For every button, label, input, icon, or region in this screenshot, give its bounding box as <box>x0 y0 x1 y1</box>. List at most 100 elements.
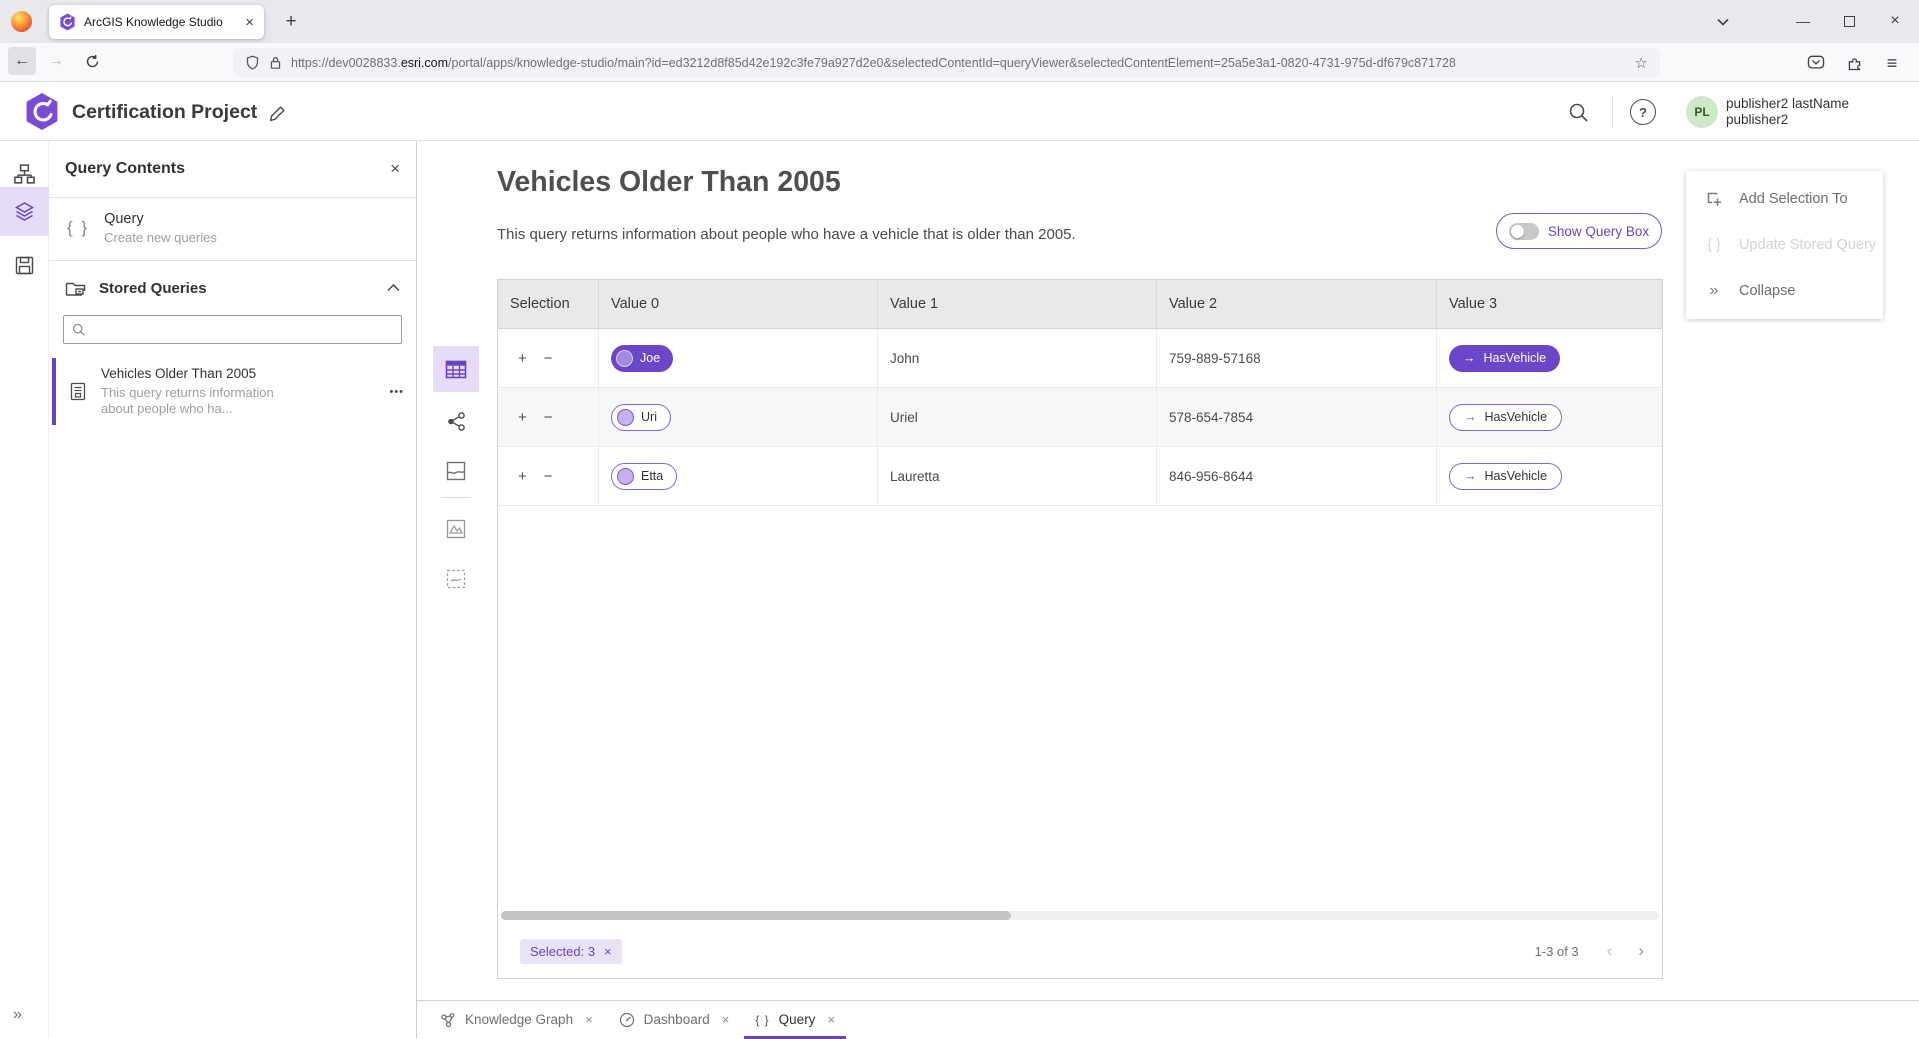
horizontal-scrollbar[interactable] <box>501 911 1659 920</box>
pocket-icon[interactable] <box>1802 50 1830 76</box>
stored-query-item-selected[interactable]: Vehicles Older Than 2005 This query retu… <box>49 358 416 425</box>
knowledge-graph-icon <box>440 1012 456 1028</box>
panel-header: Query Contents × <box>49 141 416 198</box>
back-button[interactable]: ← <box>8 47 36 75</box>
relationship-pill[interactable]: →HasVehicle <box>1449 404 1562 431</box>
browser-tab[interactable]: ArcGIS Knowledge Studio × <box>49 5 264 39</box>
tracking-shield-icon <box>245 54 260 71</box>
collapse-icon: » <box>1704 282 1724 300</box>
app-menu-icon[interactable]: ≡ <box>1878 50 1906 76</box>
search-input[interactable] <box>93 322 393 337</box>
window-close-button[interactable]: × <box>1876 6 1914 36</box>
save-icon[interactable] <box>0 243 49 287</box>
next-page-icon[interactable]: › <box>1638 941 1644 961</box>
selection-bar <box>52 358 56 425</box>
entity-dot-icon <box>616 350 633 367</box>
user-subtitle: publisher2 <box>1726 112 1849 128</box>
selection-cell: + − <box>498 447 599 505</box>
help-icon[interactable]: ? <box>1630 99 1656 125</box>
relationship-pill[interactable]: →HasVehicle <box>1449 345 1560 372</box>
query-create-item[interactable]: { } Query Create new queries <box>49 198 416 261</box>
new-map-icon[interactable] <box>433 506 479 552</box>
map-view-icon[interactable] <box>433 448 479 494</box>
remove-selection-button[interactable]: − <box>544 350 553 367</box>
add-selection-button[interactable]: + <box>518 468 527 485</box>
forward-button[interactable]: → <box>42 47 70 75</box>
braces-icon: { } <box>755 1013 769 1027</box>
url-bar[interactable]: https://dev0028833.esri.com/portal/apps/… <box>233 48 1660 77</box>
window-minimize-button[interactable]: — <box>1784 6 1822 36</box>
close-tab-icon[interactable]: × <box>722 1012 730 1027</box>
close-tab-icon[interactable]: × <box>827 1012 835 1027</box>
selection-cell: + − <box>498 329 599 387</box>
tab-knowledge-graph[interactable]: Knowledge Graph × <box>427 1001 606 1039</box>
value-cell: John <box>878 329 1157 387</box>
firefox-logo-icon[interactable] <box>11 11 32 32</box>
entity-pill[interactable]: Uri <box>611 404 671 431</box>
remove-selection-button[interactable]: − <box>544 409 553 426</box>
remove-selection-button[interactable]: − <box>544 468 553 485</box>
knowledge-studio-logo <box>24 92 60 131</box>
edit-title-pencil-icon[interactable] <box>264 100 290 126</box>
search-icon[interactable] <box>1565 99 1593 127</box>
menu-item-add-selection-to[interactable]: Add Selection To <box>1686 176 1883 222</box>
new-tab-button[interactable]: + <box>278 9 304 35</box>
close-tab-icon[interactable]: × <box>585 1012 593 1027</box>
link-chart-icon[interactable] <box>433 398 479 444</box>
stored-queries-header[interactable]: Stored Queries <box>49 261 416 307</box>
view-tab-bar: Knowledge Graph × Dashboard × { } Query … <box>417 1000 1919 1038</box>
reload-button[interactable] <box>78 47 106 75</box>
scrollbar-thumb[interactable] <box>501 911 1011 920</box>
value-cell: 846-956-8644 <box>1157 447 1437 505</box>
show-query-box-toggle[interactable]: Show Query Box <box>1496 213 1662 249</box>
table-row: + − Etta Lauretta 846-956-8644 →HasVehic… <box>498 447 1662 506</box>
menu-item-update-stored-query[interactable]: { } Update Stored Query <box>1686 222 1883 268</box>
tab-dashboard[interactable]: Dashboard × <box>606 1001 743 1039</box>
stored-queries-title: Stored Queries <box>99 280 374 297</box>
table-view-icon[interactable] <box>433 346 479 392</box>
avatar[interactable]: PL <box>1686 96 1718 128</box>
relationship-cell: →HasVehicle <box>1437 447 1662 505</box>
previous-page-icon[interactable]: ‹ <box>1607 941 1613 961</box>
braces-icon: { } <box>1704 237 1724 253</box>
extensions-icon[interactable] <box>1840 50 1868 76</box>
chevron-up-icon[interactable] <box>387 284 400 292</box>
column-header: Selection <box>498 280 599 328</box>
menu-item-collapse[interactable]: » Collapse <box>1686 268 1883 314</box>
panel-title: Query Contents <box>65 160 390 178</box>
bookmark-star-icon[interactable]: ☆ <box>1635 54 1648 72</box>
value-cell: Lauretta <box>878 447 1157 505</box>
entity-dot-icon <box>617 409 634 426</box>
add-selection-button[interactable]: + <box>518 409 527 426</box>
entity-pill[interactable]: Joe <box>611 345 673 372</box>
search-icon <box>72 323 86 337</box>
kebab-menu-icon[interactable]: ••• <box>389 386 404 398</box>
user-info[interactable]: publisher2 lastName publisher2 <box>1726 96 1849 128</box>
query-item-label: Query <box>104 211 217 227</box>
query-item-description: Create new queries <box>104 230 217 245</box>
tab-list-chevron-icon[interactable] <box>1710 9 1736 35</box>
selection-cell: + − <box>498 388 599 446</box>
toggle-off[interactable] <box>1509 223 1539 240</box>
selection-tool-icon[interactable] <box>433 556 479 602</box>
page-subtitle: This query returns information about peo… <box>497 226 1076 243</box>
add-selection-button[interactable]: + <box>518 350 527 367</box>
selected-count-chip[interactable]: Selected: 3 × <box>520 939 622 964</box>
entity-cell: Uri <box>599 388 878 446</box>
panel-close-icon[interactable]: × <box>390 159 400 179</box>
stored-queries-search[interactable] <box>63 315 402 344</box>
clear-selection-icon[interactable]: × <box>604 944 612 959</box>
expand-rail-icon[interactable]: » <box>13 1006 22 1024</box>
layers-icon-selected[interactable] <box>0 187 49 236</box>
tab-query-active[interactable]: { } Query × <box>742 1001 848 1039</box>
value-cell: 578-654-7854 <box>1157 388 1437 446</box>
window-maximize-button[interactable] <box>1830 6 1868 36</box>
table-row: + − Joe John 759-889-57168 →HasVehicle <box>498 329 1662 388</box>
table-footer: Selected: 3 × 1-3 of 3 ‹ › <box>498 924 1662 978</box>
arrow-icon: → <box>1464 469 1477 483</box>
relationship-pill[interactable]: →HasVehicle <box>1449 463 1562 490</box>
entity-pill[interactable]: Etta <box>611 463 677 490</box>
user-name: publisher2 lastName <box>1726 96 1849 112</box>
table-header-row: Selection Value 0 Value 1 Value 2 Value … <box>498 280 1662 329</box>
tab-close-icon[interactable]: × <box>245 14 254 31</box>
